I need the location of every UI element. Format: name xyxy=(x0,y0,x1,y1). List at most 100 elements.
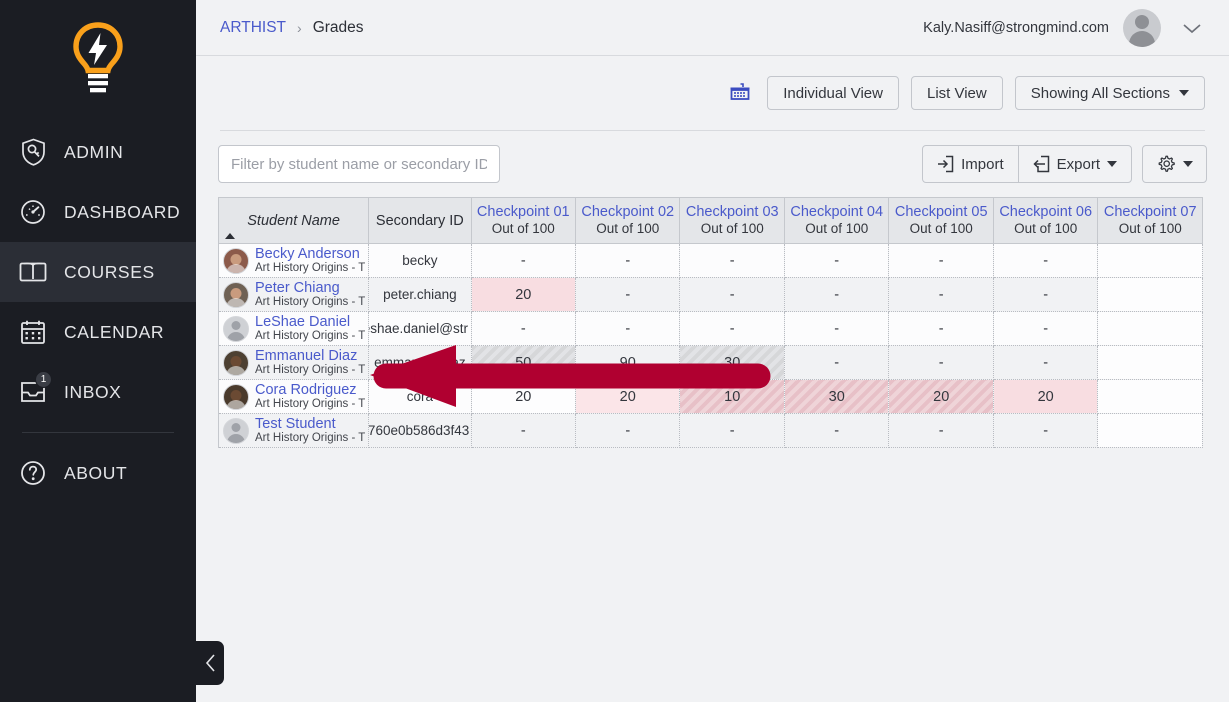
grade-cell[interactable]: - xyxy=(575,277,681,312)
import-button[interactable]: Import xyxy=(922,145,1019,183)
grade-cell[interactable]: 20 xyxy=(993,379,1099,414)
grade-cell[interactable] xyxy=(1097,413,1203,448)
column-header-checkpoint-06[interactable]: Checkpoint 06 Out of 100 xyxy=(993,197,1099,244)
grade-cell[interactable]: - xyxy=(575,243,681,278)
export-button[interactable]: Export xyxy=(1017,145,1132,183)
breadcrumb-root[interactable]: ARTHIST xyxy=(220,19,286,37)
grade-cell[interactable]: - xyxy=(784,243,890,278)
student-name-cell[interactable]: Becky Anderson Art History Origins - T xyxy=(218,243,370,278)
table-row[interactable]: Emmanuel Diaz Art History Origins - T emma… xyxy=(218,345,1203,380)
secondary-id-cell[interactable]: cora xyxy=(368,379,472,414)
grade-cell[interactable]: - xyxy=(993,243,1099,278)
column-header-secondary-id[interactable]: Secondary ID xyxy=(368,197,472,244)
grade-cell[interactable]: - xyxy=(784,413,890,448)
student-name-cell[interactable]: Cora Rodriguez Art History Origins - T xyxy=(218,379,370,414)
grade-cell[interactable]: - xyxy=(471,413,577,448)
checkpoint-link[interactable]: Checkpoint 06 xyxy=(994,203,1097,221)
individual-view-button[interactable]: Individual View xyxy=(767,76,899,110)
column-header-student-name[interactable]: Student Name xyxy=(218,197,370,244)
grade-cell[interactable]: 10 xyxy=(679,379,785,414)
student-name-link[interactable]: Peter Chiang xyxy=(255,280,365,296)
grade-cell[interactable]: - xyxy=(888,413,994,448)
student-name-link[interactable]: Emmanuel Diaz xyxy=(255,348,365,364)
secondary-id-cell[interactable]: emmanuel.diaz xyxy=(368,345,472,380)
grade-cell[interactable]: - xyxy=(784,345,890,380)
column-header-checkpoint-01[interactable]: Checkpoint 01 Out of 100 xyxy=(471,197,577,244)
checkpoint-link[interactable]: Checkpoint 04 xyxy=(785,203,888,221)
column-header-checkpoint-05[interactable]: Checkpoint 05 Out of 100 xyxy=(888,197,994,244)
grade-cell[interactable]: - xyxy=(575,413,681,448)
grade-cell[interactable] xyxy=(1097,277,1203,312)
secondary-id-cell[interactable]: leshae.daniel@str xyxy=(368,311,472,346)
table-row[interactable]: Becky Anderson Art History Origins - T bec… xyxy=(218,243,1203,278)
grade-cell[interactable] xyxy=(1097,379,1203,414)
column-header-checkpoint-07[interactable]: Checkpoint 07 Out of 100 xyxy=(1097,197,1203,244)
grade-cell[interactable]: 20 xyxy=(888,379,994,414)
grade-cell[interactable]: - xyxy=(888,311,994,346)
column-header-checkpoint-02[interactable]: Checkpoint 02 Out of 100 xyxy=(575,197,681,244)
student-name-link[interactable]: Becky Anderson xyxy=(255,246,365,262)
column-header-checkpoint-03[interactable]: Checkpoint 03 Out of 100 xyxy=(679,197,785,244)
grade-cell[interactable]: - xyxy=(679,413,785,448)
grade-cell[interactable]: - xyxy=(471,243,577,278)
grade-cell[interactable]: 30 xyxy=(784,379,890,414)
grade-cell[interactable]: - xyxy=(784,277,890,312)
student-name-cell[interactable]: Emmanuel Diaz Art History Origins - T xyxy=(218,345,370,380)
grade-cell[interactable]: - xyxy=(679,277,785,312)
grade-cell[interactable]: - xyxy=(888,277,994,312)
grade-cell[interactable]: - xyxy=(575,311,681,346)
grade-cell[interactable]: - xyxy=(993,345,1099,380)
column-header-checkpoint-04[interactable]: Checkpoint 04 Out of 100 xyxy=(784,197,890,244)
grade-cell[interactable]: - xyxy=(679,243,785,278)
table-row[interactable]: Cora Rodriguez Art History Origins - T cor… xyxy=(218,379,1203,414)
checkpoint-link[interactable]: Checkpoint 02 xyxy=(576,203,679,221)
grade-cell[interactable]: - xyxy=(993,277,1099,312)
grade-cell[interactable]: 20 xyxy=(471,277,577,312)
student-name-link[interactable]: Cora Rodriguez xyxy=(255,382,365,398)
checkpoint-link[interactable]: Checkpoint 03 xyxy=(680,203,783,221)
settings-button[interactable] xyxy=(1142,145,1207,183)
checkpoint-link[interactable]: Checkpoint 05 xyxy=(889,203,992,221)
app-logo[interactable] xyxy=(0,0,196,118)
student-name-link[interactable]: LeShae Daniel xyxy=(255,314,365,330)
grade-cell[interactable] xyxy=(1097,311,1203,346)
grade-cell[interactable]: - xyxy=(888,345,994,380)
checkpoint-link[interactable]: Checkpoint 01 xyxy=(472,203,575,221)
table-row[interactable]: LeShae Daniel Art History Origins - Tlesh… xyxy=(218,311,1203,346)
grade-cell[interactable]: 50 xyxy=(471,345,577,380)
student-name-cell[interactable]: Peter Chiang Art History Origins - T xyxy=(218,277,370,312)
secondary-id-cell[interactable]: peter.chiang xyxy=(368,277,472,312)
sidebar-item-calendar[interactable]: CALENDAR xyxy=(0,302,196,362)
grade-cell[interactable]: - xyxy=(471,311,577,346)
grade-cell[interactable]: - xyxy=(888,243,994,278)
grade-cell[interactable]: 20 xyxy=(575,379,681,414)
sidebar-item-courses[interactable]: COURSES xyxy=(0,242,196,302)
grade-cell[interactable] xyxy=(1097,345,1203,380)
student-name-cell[interactable]: Test Student Art History Origins - T xyxy=(218,413,370,448)
sidebar-collapse-button[interactable] xyxy=(196,641,224,685)
sidebar-item-admin[interactable]: ADMIN xyxy=(0,122,196,182)
grade-cell[interactable]: - xyxy=(679,311,785,346)
grade-cell[interactable]: 90 xyxy=(575,345,681,380)
checkpoint-link[interactable]: Checkpoint 07 xyxy=(1098,203,1202,221)
user-menu-button[interactable] xyxy=(1175,17,1209,39)
secondary-id-cell[interactable]: becky xyxy=(368,243,472,278)
sidebar-item-dashboard[interactable]: DASHBOARD xyxy=(0,182,196,242)
secondary-id-cell[interactable]: 3760e0b586d3f43 xyxy=(368,413,472,448)
grade-cell[interactable]: - xyxy=(993,311,1099,346)
student-name-link[interactable]: Test Student xyxy=(255,416,365,432)
grade-cell[interactable]: 20 xyxy=(471,379,577,414)
sidebar-item-inbox[interactable]: 1 INBOX xyxy=(0,362,196,422)
table-row[interactable]: Test Student Art History Origins - T 3760e… xyxy=(218,413,1203,448)
grade-cell[interactable] xyxy=(1097,243,1203,278)
gradebook-keyboard-icon[interactable] xyxy=(729,82,751,104)
grade-cell[interactable]: - xyxy=(784,311,890,346)
student-name-cell[interactable]: LeShae Daniel Art History Origins - T xyxy=(218,311,370,346)
student-filter-input[interactable] xyxy=(218,145,500,183)
sections-filter-dropdown[interactable]: Showing All Sections xyxy=(1014,76,1205,110)
sidebar-item-about[interactable]: ABOUT xyxy=(0,443,196,503)
grade-cell[interactable]: - xyxy=(993,413,1099,448)
table-row[interactable]: Peter Chiang Art History Origins - T peter… xyxy=(218,277,1203,312)
list-view-button[interactable]: List View xyxy=(910,76,1003,110)
user-avatar[interactable] xyxy=(1123,8,1161,47)
